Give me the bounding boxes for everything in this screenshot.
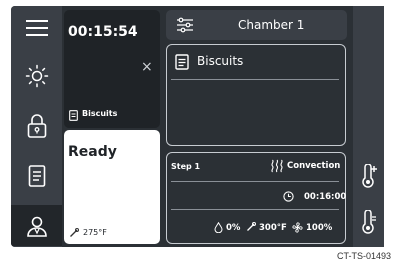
step-duration: 00:16:00 bbox=[304, 192, 347, 202]
temperature-probe-icon bbox=[247, 222, 256, 231]
close-icon[interactable]: × bbox=[141, 59, 153, 75]
sidebar-item-light[interactable] bbox=[11, 56, 62, 96]
settings-sliders-icon[interactable] bbox=[176, 17, 194, 33]
timer-panel[interactable]: 00:15:54 × Biscuits bbox=[64, 10, 160, 128]
sidebar-item-user[interactable] bbox=[11, 205, 62, 246]
recipe-book-icon bbox=[28, 165, 45, 187]
probe-temp: 275°F bbox=[83, 228, 107, 237]
fan-icon bbox=[292, 222, 303, 233]
sidebar-item-menu[interactable] bbox=[11, 8, 62, 48]
left-sidebar bbox=[11, 6, 62, 247]
recipe-small-icon bbox=[69, 110, 78, 121]
probe-button[interactable] bbox=[353, 204, 384, 240]
convection-icon bbox=[271, 159, 283, 173]
divider bbox=[171, 209, 339, 210]
status-text: Ready bbox=[68, 144, 117, 160]
divider bbox=[171, 181, 339, 182]
probe-icon bbox=[361, 210, 376, 234]
step-label: Step 1 bbox=[171, 162, 201, 171]
recipe-panel[interactable]: Biscuits bbox=[166, 44, 346, 146]
step-mode: Convection bbox=[287, 161, 341, 171]
step-fan: 100% bbox=[306, 223, 333, 233]
step-humidity: 0% bbox=[226, 223, 241, 233]
user-icon bbox=[26, 216, 47, 237]
figure-code: CT-TS-01493 bbox=[336, 251, 391, 261]
chamber-title: Chamber 1 bbox=[238, 18, 305, 32]
chamber-header[interactable]: Chamber 1 bbox=[166, 10, 347, 40]
sidebar-item-recipes[interactable] bbox=[11, 156, 62, 196]
add-probe-button[interactable] bbox=[353, 158, 384, 194]
probe-temp-icon bbox=[70, 228, 79, 237]
lock-icon bbox=[27, 114, 46, 138]
timer-value: 00:15:54 bbox=[68, 24, 138, 40]
step-panel[interactable]: Step 1 Convection 00:16:00 0% 300°F 100% bbox=[166, 152, 346, 244]
recipe-book-icon bbox=[175, 54, 189, 70]
recipe-name: Biscuits bbox=[197, 54, 244, 68]
oven-touchscreen: 00:15:54 × Biscuits Ready 275°F Chamber … bbox=[11, 6, 384, 247]
sidebar-item-lock[interactable] bbox=[11, 106, 62, 146]
clock-icon bbox=[283, 191, 294, 202]
sun-icon bbox=[25, 64, 48, 88]
right-sidebar bbox=[353, 6, 384, 247]
status-panel[interactable]: Ready 275°F bbox=[64, 130, 160, 244]
recipe-small-label: Biscuits bbox=[82, 109, 118, 118]
humidity-icon bbox=[214, 222, 223, 233]
probe-add-icon bbox=[361, 164, 377, 188]
step-temperature: 300°F bbox=[259, 223, 287, 233]
menu-icon bbox=[25, 20, 48, 36]
divider bbox=[171, 79, 339, 80]
